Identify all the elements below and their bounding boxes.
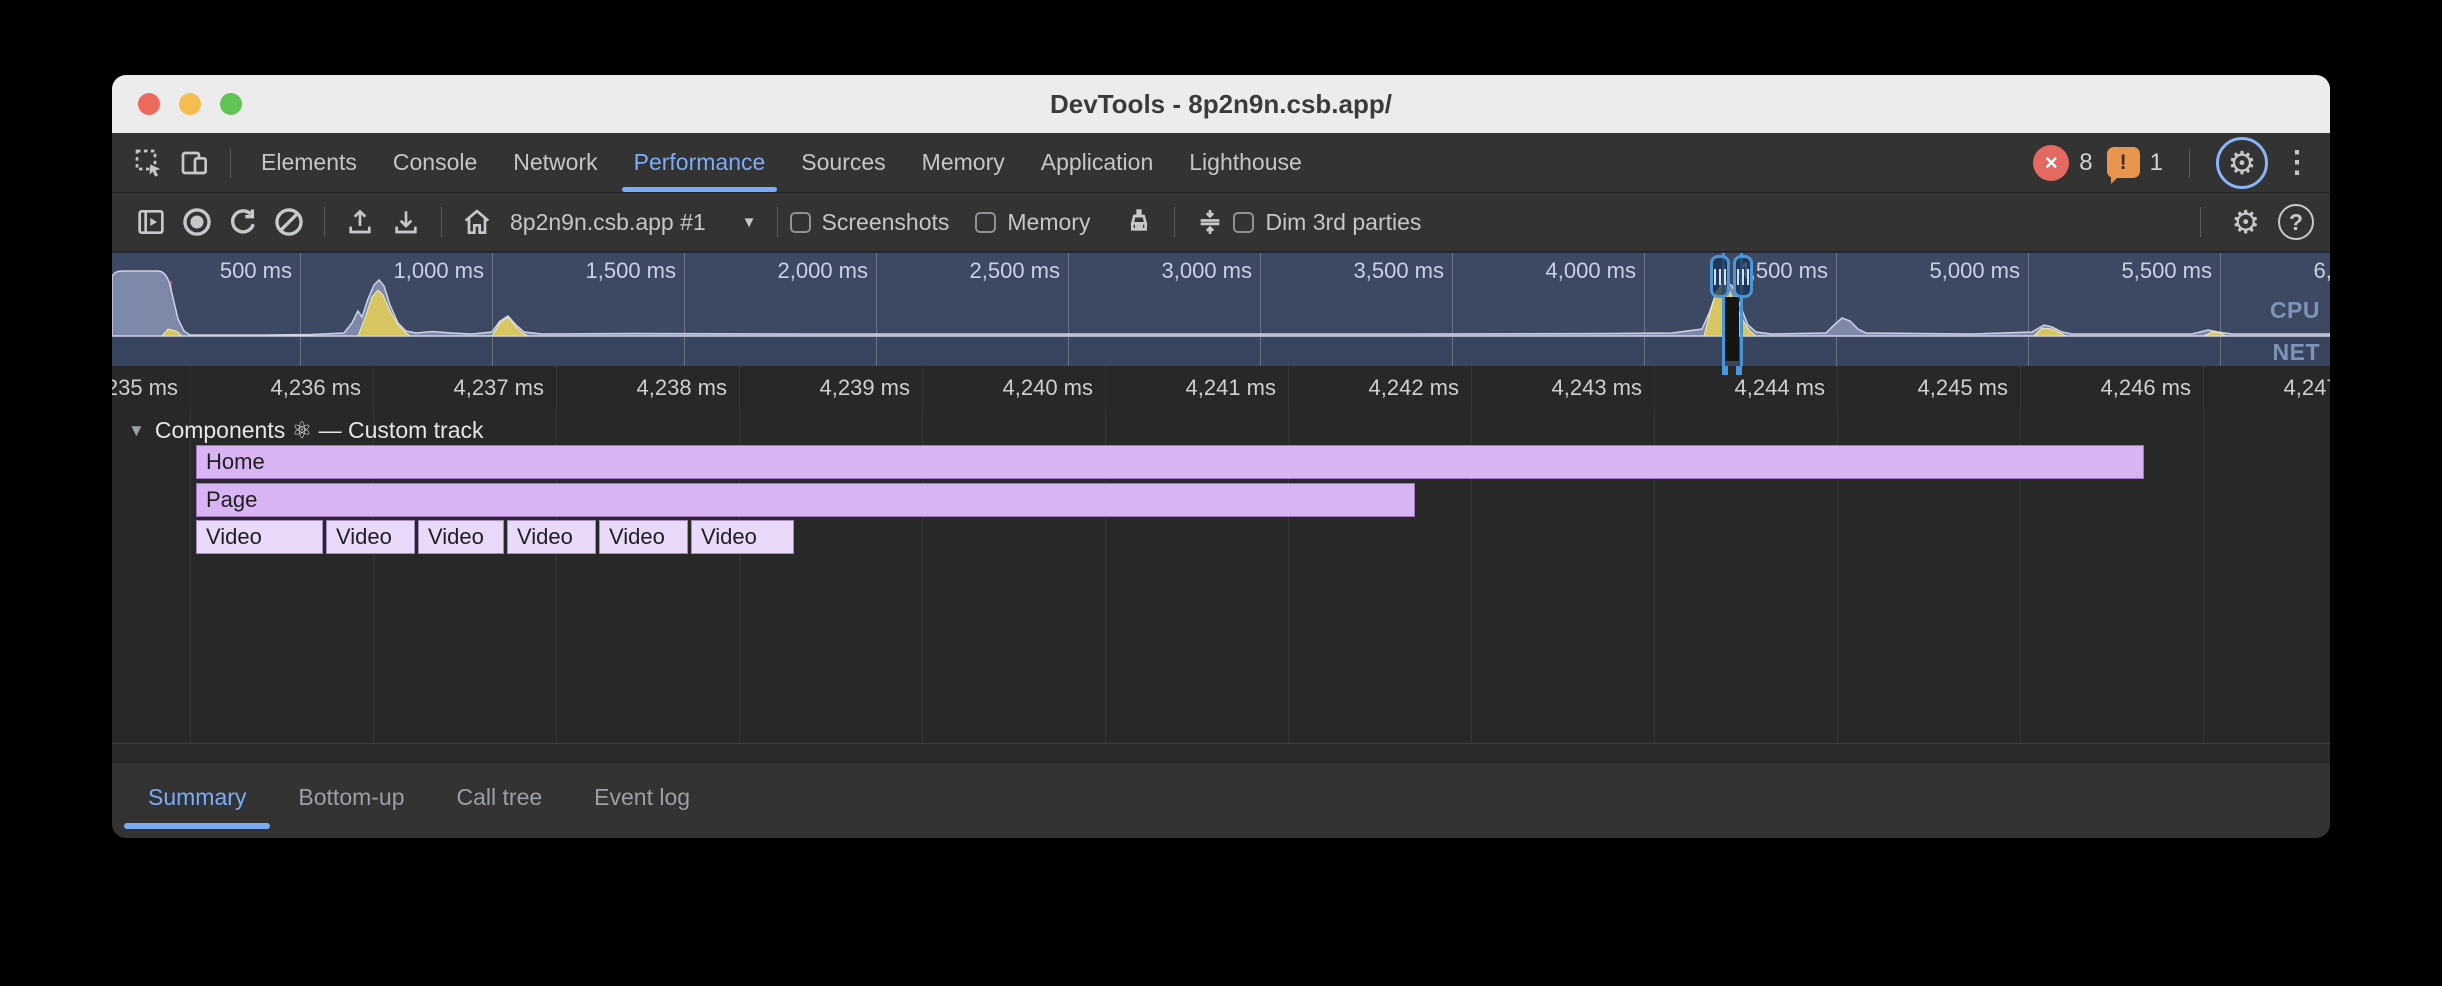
divider bbox=[2200, 207, 2201, 237]
dim-3rd-parties-toggle: Dim 3rd parties bbox=[1233, 209, 1421, 236]
screenshots-label: Screenshots bbox=[822, 209, 950, 236]
divider bbox=[441, 207, 442, 237]
inspect-element-icon[interactable] bbox=[126, 140, 172, 186]
panel-tabs: ElementsConsoleNetworkPerformanceSources… bbox=[243, 133, 1320, 192]
tab-bar-right: × 8 ! 1 ⚙ ⋮ bbox=[2033, 137, 2312, 189]
performance-toolbar: 8p2n9n.csb.app #1 ▼ Screenshots Memory bbox=[112, 193, 2330, 252]
selection-right-handle[interactable] bbox=[1733, 255, 1753, 298]
dim-3rd-parties-checkbox[interactable] bbox=[1233, 212, 1254, 233]
ruler-tick-label: 4,236 ms bbox=[191, 366, 361, 410]
help-icon[interactable]: ? bbox=[2278, 204, 2314, 240]
error-badge-icon[interactable]: × bbox=[2033, 145, 2069, 181]
ruler-tick-label: 4,247 ms bbox=[2204, 366, 2330, 410]
tab-event-log[interactable]: Event log bbox=[568, 763, 716, 831]
toolbar-right: ⚙ ? bbox=[2188, 203, 2314, 241]
settings-focus-ring: ⚙ bbox=[2216, 137, 2268, 189]
divider bbox=[2189, 148, 2190, 178]
chevron-down-icon: ▼ bbox=[742, 214, 757, 231]
selection-left-handle[interactable] bbox=[1710, 255, 1730, 298]
flame-bar-video[interactable]: Video bbox=[599, 520, 688, 554]
ruler-tick-label: 4,239 ms bbox=[740, 366, 910, 410]
selection-window bbox=[1725, 297, 1739, 361]
divider bbox=[324, 207, 325, 237]
reload-and-record-icon[interactable] bbox=[220, 199, 266, 245]
ruler-tick-label: 4,246 ms bbox=[2021, 366, 2191, 410]
tab-elements[interactable]: Elements bbox=[243, 133, 375, 192]
ruler-tick-label: 4,245 ms bbox=[1838, 366, 2008, 410]
flame-bar-video[interactable]: Video bbox=[418, 520, 504, 554]
collect-garbage-icon[interactable] bbox=[1116, 199, 1162, 245]
flame-bar-home[interactable]: Home bbox=[196, 445, 2144, 479]
horizontal-divider-band bbox=[112, 743, 2330, 762]
desktop-background: DevTools - 8p2n9n.csb.app/ ElementsConso… bbox=[0, 0, 2442, 986]
cpu-lane-label: CPU bbox=[2270, 297, 2320, 324]
target-label: 8p2n9n.csb.app #1 bbox=[510, 209, 706, 236]
tab-sources[interactable]: Sources bbox=[783, 133, 903, 192]
flame-chart-area[interactable]: ▼ Components ⚛ — Custom track HomePageVi… bbox=[112, 410, 2330, 743]
issues-badge-icon[interactable]: ! bbox=[2107, 147, 2140, 178]
timeline-overview[interactable]: 500 ms1,000 ms1,500 ms2,000 ms2,500 ms3,… bbox=[112, 252, 2330, 366]
error-count: 8 bbox=[2079, 149, 2092, 177]
record-icon[interactable] bbox=[174, 199, 220, 245]
ruler-tick-label: 4,241 ms bbox=[1106, 366, 1276, 410]
toggle-sidebar-icon[interactable] bbox=[128, 199, 174, 245]
ruler-tick-label: 4,242 ms bbox=[1289, 366, 1459, 410]
clear-recording-icon[interactable] bbox=[266, 199, 312, 245]
target-selector[interactable]: 8p2n9n.csb.app #1 ▼ bbox=[510, 209, 757, 236]
divider bbox=[230, 148, 231, 178]
window-title: DevTools - 8p2n9n.csb.app/ bbox=[112, 75, 2330, 133]
ruler-tick-label: 4,237 ms bbox=[374, 366, 544, 410]
ruler-tick-label: 4,243 ms bbox=[1472, 366, 1642, 410]
tab-memory[interactable]: Memory bbox=[904, 133, 1023, 192]
ruler-tick-label: 4,238 ms bbox=[557, 366, 727, 410]
tab-bottom-up[interactable]: Bottom-up bbox=[272, 763, 430, 831]
tab-console[interactable]: Console bbox=[375, 133, 495, 192]
flame-bar-video[interactable]: Video bbox=[507, 520, 596, 554]
tab-lighthouse[interactable]: Lighthouse bbox=[1171, 133, 1320, 192]
cpu-activity-chart bbox=[112, 253, 2330, 366]
custom-track-bars: HomePageVideoVideoVideoVideoVideoVideo bbox=[112, 410, 2330, 743]
screenshots-toggle: Screenshots bbox=[790, 209, 950, 236]
load-profile-icon[interactable] bbox=[337, 199, 383, 245]
tab-network[interactable]: Network bbox=[495, 133, 615, 192]
issues-count: 1 bbox=[2150, 149, 2163, 177]
divider bbox=[1174, 207, 1175, 237]
dim-3rd-parties-label: Dim 3rd parties bbox=[1265, 209, 1421, 236]
device-toolbar-icon[interactable] bbox=[172, 140, 218, 186]
devtools-tab-bar: ElementsConsoleNetworkPerformanceSources… bbox=[112, 133, 2330, 193]
collapse-tracks-icon[interactable] bbox=[1187, 199, 1233, 245]
ruler-tick-label: 4,240 ms bbox=[923, 366, 1093, 410]
settings-gear-icon[interactable]: ⚙ bbox=[2228, 144, 2257, 182]
memory-label: Memory bbox=[1007, 209, 1090, 236]
tab-application[interactable]: Application bbox=[1023, 133, 1172, 192]
more-options-kebab-icon[interactable]: ⋮ bbox=[2282, 145, 2312, 180]
home-icon[interactable] bbox=[454, 199, 500, 245]
net-lane-label: NET bbox=[2273, 339, 2321, 366]
devtools-window: DevTools - 8p2n9n.csb.app/ ElementsConso… bbox=[112, 75, 2330, 838]
tab-call-tree[interactable]: Call tree bbox=[431, 763, 569, 831]
memory-checkbox[interactable] bbox=[975, 212, 996, 233]
capture-settings-gear-icon[interactable]: ⚙ bbox=[2231, 203, 2260, 241]
screenshots-checkbox[interactable] bbox=[790, 212, 811, 233]
flame-bar-video[interactable]: Video bbox=[691, 520, 794, 554]
flame-bar-video[interactable]: Video bbox=[196, 520, 323, 554]
tab-summary[interactable]: Summary bbox=[122, 763, 272, 831]
divider bbox=[777, 207, 778, 237]
tab-performance[interactable]: Performance bbox=[616, 133, 784, 192]
flame-bar-video[interactable]: Video bbox=[326, 520, 415, 554]
ruler-tick-label: 4,244 ms bbox=[1655, 366, 1825, 410]
title-bar: DevTools - 8p2n9n.csb.app/ bbox=[112, 75, 2330, 133]
ruler-tick-label: 4,235 ms bbox=[112, 366, 178, 410]
details-tab-bar: SummaryBottom-upCall treeEvent log bbox=[112, 762, 2330, 838]
timeline-ruler[interactable]: 4,235 ms 4,236 ms 4,237 ms 4,238 ms 4,239 ms… bbox=[112, 366, 2330, 410]
save-profile-icon[interactable] bbox=[383, 199, 429, 245]
memory-toggle: Memory bbox=[975, 209, 1090, 236]
flame-bar-page[interactable]: Page bbox=[196, 483, 1415, 517]
